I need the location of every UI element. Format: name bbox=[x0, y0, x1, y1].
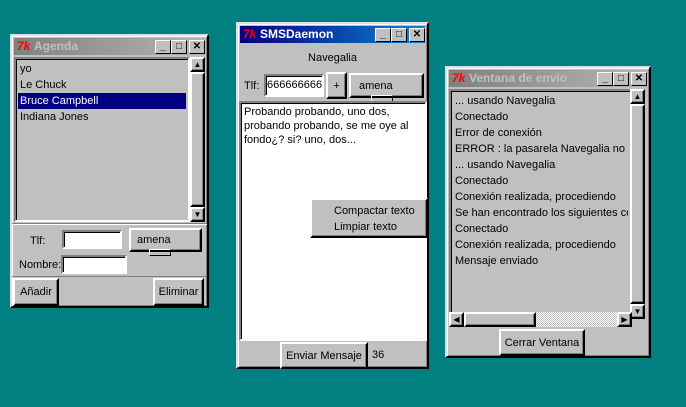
agenda-window: 7k Agenda _ □ ✕ yo Le Chuck Bruce Campbell … bbox=[10, 34, 209, 308]
scroll-thumb[interactable] bbox=[464, 312, 536, 327]
envio-window: 7k Ventana de envio _ □ ✕ ... usando Navega… bbox=[445, 66, 651, 358]
log-line: Conexión realizada, procediendo bbox=[455, 239, 616, 251]
list-item[interactable]: Indiana Jones bbox=[18, 109, 186, 125]
add-recipient-button[interactable]: + bbox=[326, 72, 347, 99]
log-line: Mensaje enviado bbox=[455, 255, 539, 267]
tk-logo-icon: 7k bbox=[243, 27, 257, 41]
gateway-label: Navegalia bbox=[308, 52, 357, 64]
tlf-input[interactable] bbox=[62, 230, 122, 249]
char-count: 36 bbox=[372, 349, 385, 361]
scroll-thumb[interactable] bbox=[190, 72, 205, 207]
log-line: Error de conexión bbox=[455, 127, 542, 139]
log-line: Conectado bbox=[455, 111, 509, 123]
message-text[interactable]: Probando probando, uno dos, probando pro… bbox=[244, 106, 409, 146]
close-button[interactable]: ✕ bbox=[189, 40, 205, 54]
menu-item-compactar[interactable]: Compactar texto bbox=[334, 203, 426, 219]
nombre-label: Nombre: bbox=[19, 259, 62, 271]
window-title: Ventana de envio bbox=[469, 71, 568, 85]
minimize-button[interactable]: _ bbox=[375, 28, 391, 42]
log-line: Se han encontrado los siguientes cod bbox=[455, 207, 628, 219]
carrier-menubutton[interactable]: amena bbox=[349, 73, 424, 102]
nombre-input[interactable] bbox=[61, 255, 127, 274]
minimize-button[interactable]: _ bbox=[597, 72, 613, 86]
log-line: Conectado bbox=[455, 175, 509, 187]
log-line: Conexión realizada, procediendo bbox=[455, 191, 616, 203]
log-line: ERROR : la pasarela Navegalia no pu bbox=[455, 143, 628, 155]
tk-logo-icon: 7k bbox=[17, 39, 31, 53]
scroll-up-icon[interactable]: ▲ bbox=[190, 57, 205, 72]
window-title: Agenda bbox=[34, 39, 79, 53]
close-button[interactable]: ✕ bbox=[409, 28, 425, 42]
vertical-scrollbar[interactable]: ▲ ▼ bbox=[190, 57, 205, 222]
tk-logo-icon: 7k bbox=[452, 71, 466, 85]
agenda-title-bar[interactable]: 7k Agenda _ □ ✕ bbox=[14, 38, 205, 55]
scroll-down-icon[interactable]: ▼ bbox=[630, 304, 645, 319]
tlf-input[interactable]: 666666666 bbox=[264, 74, 324, 97]
list-item[interactable]: Le Chuck bbox=[18, 77, 186, 93]
vertical-scrollbar[interactable]: ▲ ▼ bbox=[630, 89, 645, 319]
log-line: Conectado bbox=[455, 223, 509, 235]
carrier-menubutton[interactable]: amena bbox=[129, 228, 202, 256]
envio-title-bar[interactable]: 7k Ventana de envio _ □ ✕ bbox=[449, 70, 647, 87]
log-line: ... usando Navegalia bbox=[455, 159, 556, 171]
log-list[interactable]: ... usando Navegalia Conectado Error de … bbox=[449, 89, 632, 315]
menu-item-limpiar[interactable]: Limpiar texto bbox=[334, 219, 426, 235]
context-menu: Compactar texto Limpiar texto bbox=[310, 198, 428, 238]
carrier-value: amena bbox=[359, 80, 393, 92]
smsdaemon-window: 7k SMSDaemon _ □ ✕ Navegalia Tlf: 666666666… bbox=[236, 22, 429, 369]
divider bbox=[12, 276, 207, 277]
scroll-left-icon[interactable]: ◀ bbox=[449, 312, 464, 327]
close-button[interactable]: ✕ bbox=[631, 72, 647, 86]
add-button[interactable]: Añadir bbox=[13, 278, 59, 306]
carrier-value: amena bbox=[137, 234, 171, 246]
send-message-button[interactable]: Enviar Mensaje bbox=[280, 342, 368, 369]
maximize-button[interactable]: □ bbox=[171, 40, 187, 54]
maximize-button[interactable]: □ bbox=[613, 72, 629, 86]
tlf-label: Tlf: bbox=[244, 80, 260, 92]
list-item-selected[interactable]: Bruce Campbell bbox=[18, 93, 186, 109]
menu-indicator-icon bbox=[149, 248, 171, 256]
sms-title-bar[interactable]: 7k SMSDaemon _ □ ✕ bbox=[240, 26, 425, 43]
tlf-label: Tlf: bbox=[30, 235, 46, 247]
horizontal-scrollbar[interactable]: ◀ ▶ bbox=[449, 312, 632, 327]
scroll-up-icon[interactable]: ▲ bbox=[630, 89, 645, 104]
log-line: ... usando Navegalia bbox=[455, 95, 556, 107]
delete-button[interactable]: Eliminar bbox=[153, 278, 204, 306]
close-window-button[interactable]: Cerrar Ventana bbox=[499, 329, 585, 356]
list-item[interactable]: yo bbox=[18, 61, 186, 77]
scroll-down-icon[interactable]: ▼ bbox=[190, 207, 205, 222]
divider bbox=[12, 223, 207, 225]
maximize-button[interactable]: □ bbox=[391, 28, 407, 42]
minimize-button[interactable]: _ bbox=[155, 40, 171, 54]
scroll-thumb[interactable] bbox=[630, 104, 645, 304]
contact-list[interactable]: yo Le Chuck Bruce Campbell Indiana Jones bbox=[14, 57, 190, 222]
scroll-right-icon[interactable]: ▶ bbox=[617, 312, 632, 327]
window-title: SMSDaemon bbox=[260, 27, 334, 41]
